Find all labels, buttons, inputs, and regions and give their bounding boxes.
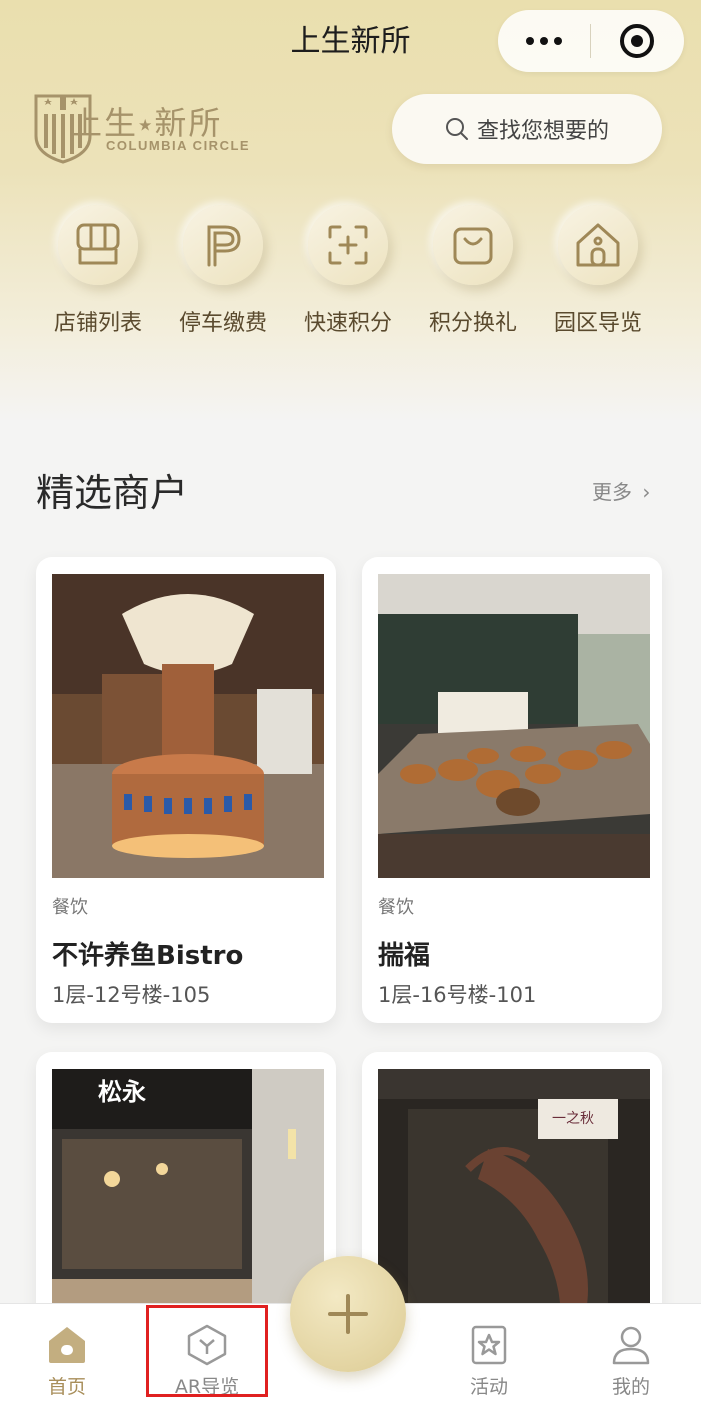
merchant-card[interactable]: 餐饮 不许养鱼Bistro 1层-12号楼-105 (36, 557, 336, 1023)
brand-name-part-2: 新所 (154, 104, 223, 142)
target-icon (620, 24, 654, 58)
merchant-sign: 一之秋 (552, 1111, 594, 1127)
home-icon (49, 1327, 85, 1363)
center-plus-button[interactable] (290, 1256, 406, 1372)
merchant-photo (52, 574, 324, 878)
more-menu-button[interactable] (498, 10, 590, 72)
highlight-box (146, 1305, 268, 1397)
quick-action-redeem-gifts[interactable]: 积分换礼 (423, 205, 523, 337)
quick-action-circle (308, 205, 388, 285)
merchant-name: 不许养鱼Bistro (52, 941, 244, 971)
more-link-label: 更多 (592, 480, 632, 504)
quick-action-quick-points[interactable]: 快速积分 (298, 205, 398, 337)
quick-action-circle (558, 205, 638, 285)
search-icon (445, 118, 468, 140)
quick-action-label: 店铺列表 (53, 311, 142, 336)
merchant-name: 揣福 (378, 941, 431, 971)
tab-home[interactable]: 首页 (12, 1304, 122, 1402)
more-dots-icon (526, 37, 562, 45)
quick-action-circle (433, 205, 513, 285)
merchant-sign: 松永 (98, 1078, 146, 1106)
brand-star-icon: ★ (138, 115, 155, 135)
section-title: 精选商户 (36, 471, 189, 515)
profile-icon (612, 1326, 650, 1365)
merchant-location: 1层-16号楼-101 (378, 983, 537, 1007)
plus-icon (328, 1294, 368, 1334)
search-placeholder: 查找您想要的 (476, 119, 609, 144)
quick-action-store-list[interactable]: 店铺列表 (48, 205, 148, 337)
parking-icon (207, 225, 241, 267)
quick-action-label: 积分换礼 (428, 311, 517, 336)
quick-action-park-guide[interactable]: 园区导览 (548, 205, 648, 337)
quick-action-label: 园区导览 (553, 311, 642, 336)
quick-action-circle (183, 205, 263, 285)
merchant-category: 餐饮 (52, 897, 88, 918)
activity-icon (471, 1325, 507, 1365)
quick-points-icon (328, 225, 368, 265)
tab-activity[interactable]: 活动 (434, 1304, 544, 1402)
gift-bag-icon (453, 227, 493, 265)
chevron-right-icon: › (642, 480, 651, 504)
quick-action-label: 快速积分 (303, 311, 392, 336)
merchant-location: 1层-12号楼-105 (52, 983, 211, 1007)
merchant-photo (378, 574, 650, 878)
brand-name-en: COLUMBIA CIRCLE (106, 138, 251, 153)
merchant-card[interactable]: 餐饮 揣福 1层-16号楼-101 (362, 557, 662, 1023)
more-link[interactable]: 更多 › (592, 476, 650, 505)
close-mini-program-button[interactable] (591, 10, 683, 72)
mini-program-capsule (498, 10, 684, 72)
tab-label: 活动 (469, 1376, 508, 1398)
park-guide-icon (576, 223, 620, 267)
quick-action-label: 停车缴费 (178, 311, 267, 336)
merchant-category: 餐饮 (378, 897, 414, 918)
search-bar[interactable]: 查找您想要的 (392, 94, 662, 164)
tab-profile[interactable]: 我的 (576, 1304, 686, 1402)
quick-action-circle (58, 205, 138, 285)
tab-label: 我的 (611, 1376, 650, 1398)
brand-name-part-1: 上生 (70, 104, 139, 142)
tab-label: 首页 (47, 1376, 86, 1398)
quick-action-parking[interactable]: 停车缴费 (173, 205, 273, 337)
store-list-icon (76, 223, 120, 265)
